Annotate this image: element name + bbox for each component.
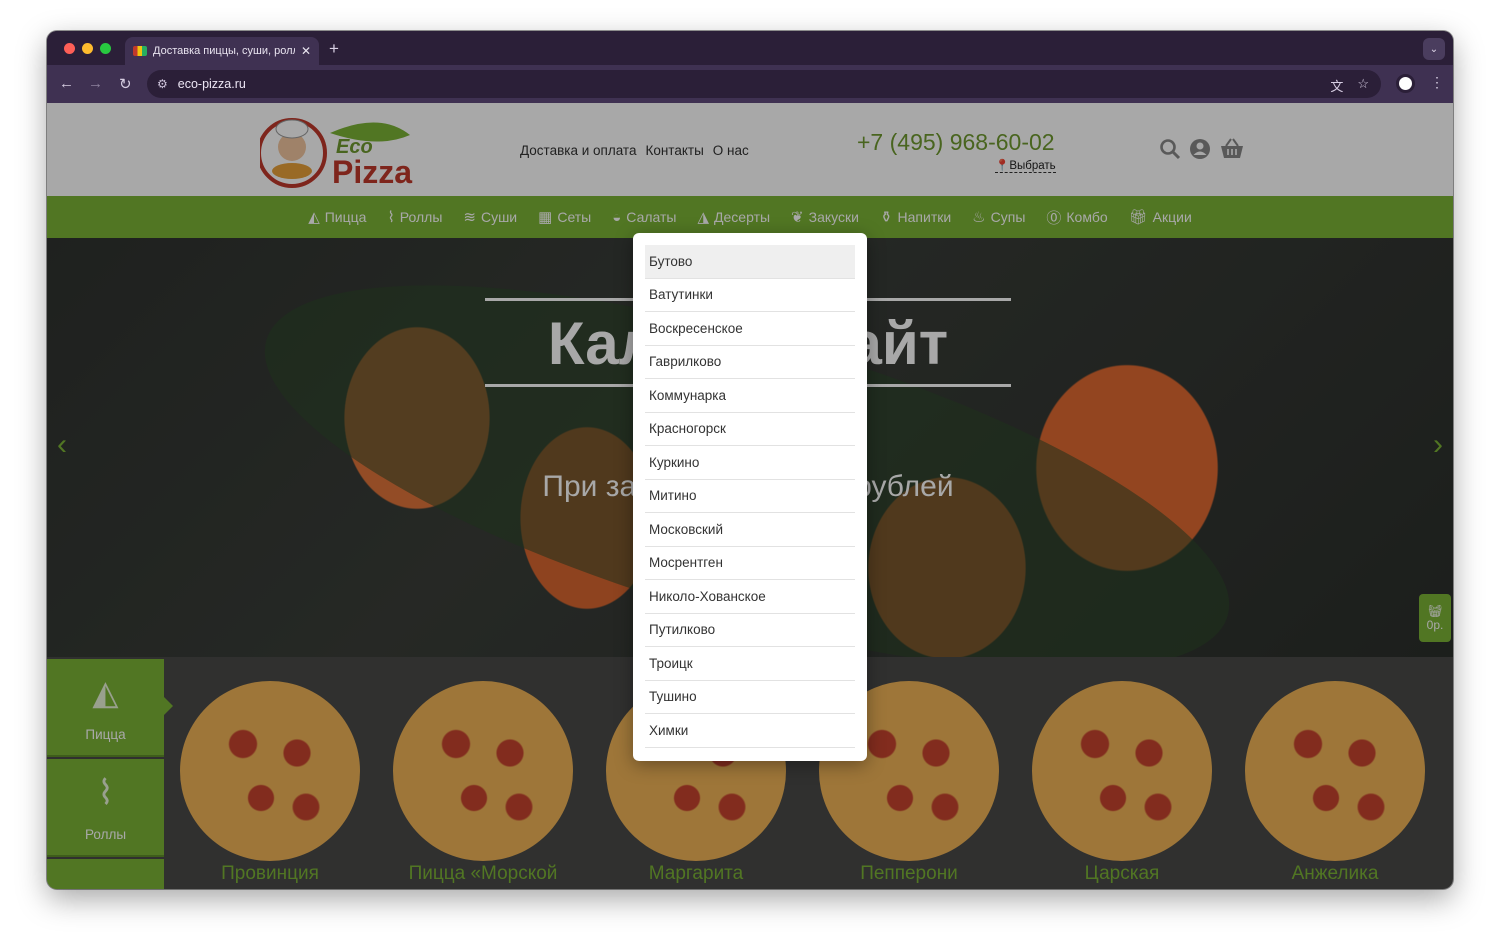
new-tab-icon[interactable]: + [329,39,339,59]
browser-toolbar: ← → ↻ ⚙ eco-pizza.ru 文 ☆ ⋮ [47,65,1453,103]
tab-title: Доставка пиццы, суши, ролл [153,45,295,57]
location-option[interactable]: Коммунарка [645,379,855,413]
site-favicon-icon [133,46,147,56]
tab-close-icon[interactable]: ✕ [301,44,311,58]
close-window-button[interactable] [64,43,75,54]
location-option[interactable]: Николо-Хованское [645,580,855,614]
location-option[interactable]: Ватутинки [645,279,855,312]
location-option[interactable]: Воскресенское [645,312,855,346]
location-dropdown: Бутово Ватутинки Воскресенское Гаврилков… [633,233,867,761]
maximize-window-button[interactable] [100,43,111,54]
reload-icon[interactable]: ↻ [119,75,132,93]
location-option[interactable]: Гаврилково [645,346,855,379]
back-arrow-icon[interactable]: ← [59,75,74,92]
location-option[interactable]: Химки [645,714,855,748]
bookmark-star-icon[interactable]: ☆ [1357,76,1369,95]
location-option[interactable]: Путилково [645,614,855,647]
translate-icon[interactable]: 文 [1330,76,1343,95]
location-option[interactable]: Митино [645,480,855,513]
location-option[interactable]: Мосрентген [645,547,855,580]
url-text[interactable]: eco-pizza.ru [178,77,246,91]
location-option[interactable]: Куркино [645,446,855,480]
browser-menu-icon[interactable]: ⋮ [1430,74,1444,91]
tab-search-chevron-icon[interactable]: ⌄ [1423,38,1445,60]
tab-strip: Доставка пиццы, суши, ролл ✕ + ⌄ [47,31,1453,65]
browser-window: Доставка пиццы, суши, ролл ✕ + ⌄ ← → ↻ ⚙… [47,31,1453,889]
profile-avatar[interactable] [1396,74,1415,93]
location-option[interactable]: Тушино [645,681,855,714]
forward-arrow-icon[interactable]: → [88,75,103,92]
location-option[interactable]: Красногорск [645,413,855,446]
address-bar[interactable]: ⚙ eco-pizza.ru 文 ☆ [147,70,1381,98]
site-settings-icon[interactable]: ⚙ [157,77,168,91]
location-option[interactable]: Троицк [645,647,855,681]
minimize-window-button[interactable] [82,43,93,54]
location-option[interactable]: Московский [645,513,855,547]
location-option[interactable]: Бутово [645,245,855,279]
web-page: Eco Pizza Доставка и оплата Контакты О н… [47,103,1453,889]
browser-tab[interactable]: Доставка пиццы, суши, ролл ✕ [125,37,319,65]
